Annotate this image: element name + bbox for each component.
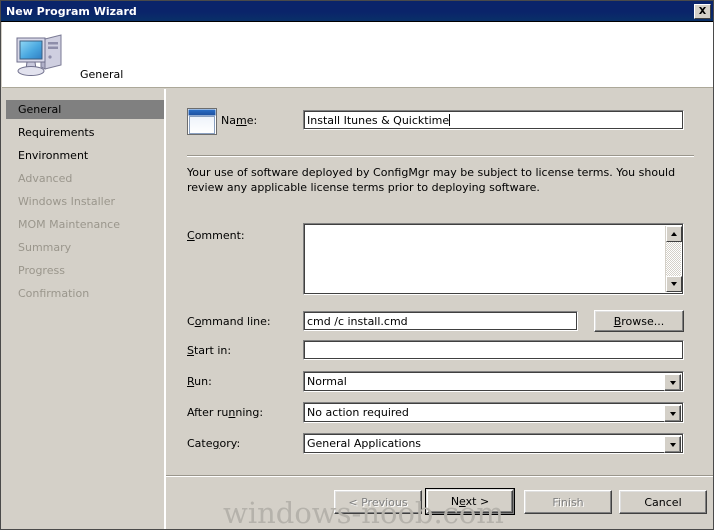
name-label: Name: bbox=[221, 114, 257, 127]
command-line-input-value: cmd /c install.cmd bbox=[307, 314, 574, 329]
after-running-dropdown-arrow[interactable] bbox=[664, 405, 681, 422]
previous-button-label: < Previous bbox=[348, 496, 407, 509]
start-in-input[interactable] bbox=[303, 340, 684, 360]
sidebar-item-confirmation: Confirmation bbox=[6, 284, 165, 303]
scroll-up-button[interactable] bbox=[666, 226, 682, 242]
name-input-value: Install Itunes & Quicktime bbox=[307, 113, 680, 128]
license-info-text: Your use of software deployed by ConfigM… bbox=[187, 165, 687, 195]
run-dropdown[interactable]: Normal bbox=[303, 371, 684, 392]
start-in-label: Start in: bbox=[187, 344, 231, 357]
next-button-face: Next > bbox=[427, 490, 513, 513]
wizard-header: General bbox=[2, 22, 714, 88]
chevron-down-icon bbox=[670, 443, 676, 447]
chevron-down-icon bbox=[670, 412, 676, 416]
cancel-button-label: Cancel bbox=[644, 496, 681, 509]
comment-label: Comment: bbox=[187, 229, 245, 242]
title-bar: New Program Wizard bbox=[1, 1, 714, 22]
after-running-label: After running: bbox=[187, 406, 263, 419]
page-title: General bbox=[80, 68, 123, 81]
chevron-down-icon bbox=[670, 381, 676, 385]
sidebar-item-requirements[interactable]: Requirements bbox=[6, 123, 165, 142]
new-program-wizard-window: New Program Wizard bbox=[0, 0, 714, 530]
computer-icon bbox=[11, 29, 69, 81]
previous-button: < Previous bbox=[334, 490, 422, 514]
section-divider bbox=[187, 155, 694, 157]
cancel-button[interactable]: Cancel bbox=[619, 490, 707, 514]
command-line-input[interactable]: cmd /c install.cmd bbox=[303, 311, 578, 331]
program-window-icon bbox=[187, 108, 217, 135]
browse-button[interactable]: Browse... bbox=[594, 310, 684, 332]
chevron-down-icon bbox=[671, 282, 677, 286]
sidebar-item-windows-installer: Windows Installer bbox=[6, 192, 165, 211]
text-caret bbox=[449, 114, 450, 126]
category-dropdown[interactable]: General Applications bbox=[303, 433, 684, 454]
browse-button-label: Browse... bbox=[614, 315, 665, 328]
category-dropdown-value: General Applications bbox=[307, 436, 680, 451]
finish-button: Finish bbox=[524, 490, 612, 514]
command-line-label: Command line: bbox=[187, 315, 271, 328]
sidebar-item-advanced: Advanced bbox=[6, 169, 165, 188]
sidebar-item-mom-maintenance: MOM Maintenance bbox=[6, 215, 165, 234]
run-dropdown-arrow[interactable] bbox=[664, 374, 681, 391]
finish-button-label: Finish bbox=[552, 496, 583, 509]
run-label: Run: bbox=[187, 375, 212, 388]
run-dropdown-value: Normal bbox=[307, 374, 680, 389]
comment-scrollbar[interactable] bbox=[665, 226, 681, 292]
comment-textarea[interactable] bbox=[303, 223, 684, 295]
sidebar-item-general[interactable]: General bbox=[6, 100, 165, 119]
sidebar-item-progress: Progress bbox=[6, 261, 165, 280]
after-running-dropdown-value: No action required bbox=[307, 405, 680, 420]
chevron-up-icon bbox=[671, 232, 677, 236]
general-page-panel: Name: Install Itunes & Quicktime Your us… bbox=[166, 89, 714, 474]
sidebar-item-environment[interactable]: Environment bbox=[6, 146, 165, 165]
category-label: Category: bbox=[187, 437, 240, 450]
after-running-dropdown[interactable]: No action required bbox=[303, 402, 684, 423]
next-button[interactable]: Next > bbox=[425, 488, 515, 515]
close-button[interactable] bbox=[694, 4, 711, 19]
wizard-step-list: General Requirements Environment Advance… bbox=[2, 89, 164, 529]
next-button-label: Next > bbox=[451, 495, 489, 508]
category-dropdown-arrow[interactable] bbox=[664, 436, 681, 453]
window-title: New Program Wizard bbox=[6, 5, 137, 18]
scroll-down-button[interactable] bbox=[666, 276, 682, 292]
name-input[interactable]: Install Itunes & Quicktime bbox=[303, 110, 684, 130]
sidebar-item-summary: Summary bbox=[6, 238, 165, 257]
wizard-footer: < Previous Next > Finish Cancel bbox=[166, 477, 714, 529]
